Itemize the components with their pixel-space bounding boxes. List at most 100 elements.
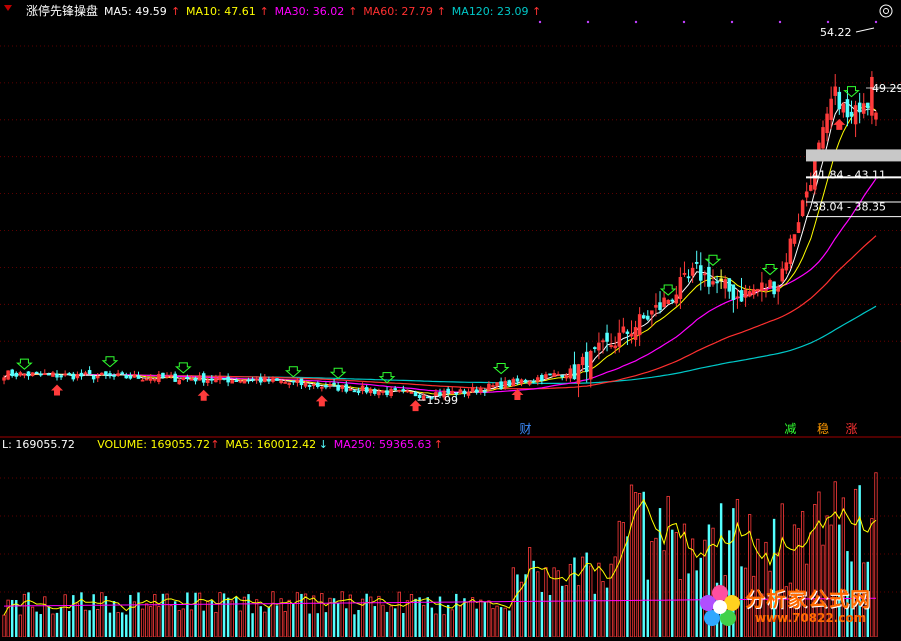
current-price-label: 49.29 (872, 82, 901, 95)
candle-body (295, 379, 300, 383)
candle-body (654, 305, 658, 308)
candle-body (153, 378, 157, 381)
candle-body (568, 368, 573, 379)
candle-body (560, 375, 564, 378)
candle-body (633, 327, 638, 340)
candle-body (523, 379, 528, 383)
candle-body (743, 289, 748, 298)
candle-body (18, 372, 23, 376)
candle-body (719, 278, 723, 281)
candle-body (723, 279, 727, 289)
candle-body (694, 262, 699, 264)
stock-chart-window: 41.84 - 43.11 38.04 - 38.35 54.22 49.29 15.9… (0, 0, 901, 638)
candle-body (780, 268, 785, 282)
candle-body (474, 389, 479, 393)
candle-body (784, 262, 789, 271)
candle-body (14, 372, 19, 377)
candle-body (377, 391, 381, 396)
candle-body (637, 314, 642, 336)
candle-body (499, 381, 503, 389)
volume-bar (275, 605, 279, 637)
volume-bar (108, 612, 112, 637)
signal-dot (826, 20, 830, 24)
candle-body (417, 394, 422, 399)
candle-body (809, 185, 813, 191)
candle-body (768, 280, 772, 288)
volume-bar (850, 561, 853, 637)
candle-body (866, 102, 870, 109)
candle-body (91, 375, 96, 380)
candle-body (491, 385, 495, 387)
candle-body (59, 375, 63, 378)
ma-legend-item: MA5: 49.59 (104, 5, 167, 18)
volume-bar (846, 551, 849, 637)
candle-body (63, 373, 67, 376)
candle-body (853, 105, 858, 125)
candle-body (344, 384, 349, 392)
candle-body (703, 273, 707, 276)
candle-body (189, 378, 194, 381)
event-marker: 减 (784, 422, 796, 436)
volume-legend-item: L: 169055.72 (2, 438, 75, 451)
candle-body (218, 375, 222, 381)
volume-bar (642, 491, 645, 637)
volume-bar (194, 592, 197, 637)
volume-bar (235, 596, 238, 637)
zone-label-lower: 38.04 - 38.35 (812, 201, 886, 214)
candle-body (413, 392, 418, 397)
candle-body (641, 315, 646, 319)
candle-body (674, 294, 679, 304)
candle-body (756, 288, 760, 292)
candle-body (165, 375, 169, 378)
candle-body (181, 377, 186, 380)
candle-body (71, 373, 76, 380)
candle-body (751, 289, 756, 295)
volume-bar (838, 524, 841, 637)
candle-body (462, 390, 467, 395)
candle-body (307, 384, 312, 387)
signal-dot (874, 20, 878, 24)
candle-body (100, 372, 104, 375)
candle-body (800, 200, 805, 217)
volume-bar (715, 582, 719, 637)
candle-body (405, 390, 410, 393)
volume-bar (532, 560, 535, 637)
volume-bar (475, 608, 478, 637)
volume-bar (332, 598, 336, 637)
candle-body (646, 315, 650, 320)
candle-body (531, 380, 536, 383)
candle-body (299, 378, 304, 386)
volume-bar (540, 591, 544, 637)
kline-chart[interactable]: 41.84 - 43.11 38.04 - 38.35 54.22 49.29 15.9… (0, 0, 901, 638)
candle-body (201, 373, 206, 383)
volume-legend-item: MA250: 59365.63 (334, 438, 432, 451)
candle-body (38, 373, 43, 376)
volume-bar (55, 612, 59, 637)
candle-body (287, 382, 292, 385)
candle-body (662, 297, 666, 308)
candle-body (841, 103, 846, 113)
candle-body (352, 390, 357, 393)
volume-bar (112, 601, 116, 637)
up-arrow-icon: ↑ (260, 5, 269, 18)
up-arrow-icon: ↑ (210, 438, 219, 451)
candle-body (409, 392, 414, 394)
volume-bar (508, 610, 511, 637)
volume-bar (47, 606, 51, 637)
candle-body (120, 372, 124, 375)
candle-body (169, 374, 173, 377)
candle-body (670, 299, 675, 302)
signal-dot (682, 20, 686, 24)
candle-body (124, 375, 129, 379)
candle-body (364, 387, 369, 393)
candle-body (829, 98, 833, 120)
candle-body (22, 373, 27, 376)
volume-bar (658, 508, 662, 637)
volume-bar (483, 601, 487, 637)
candle-body (584, 351, 589, 372)
candle-body (580, 356, 585, 366)
volume-bar (430, 607, 434, 637)
volume-bar (92, 594, 95, 637)
candle-body (132, 374, 137, 378)
candle-body (682, 272, 687, 275)
